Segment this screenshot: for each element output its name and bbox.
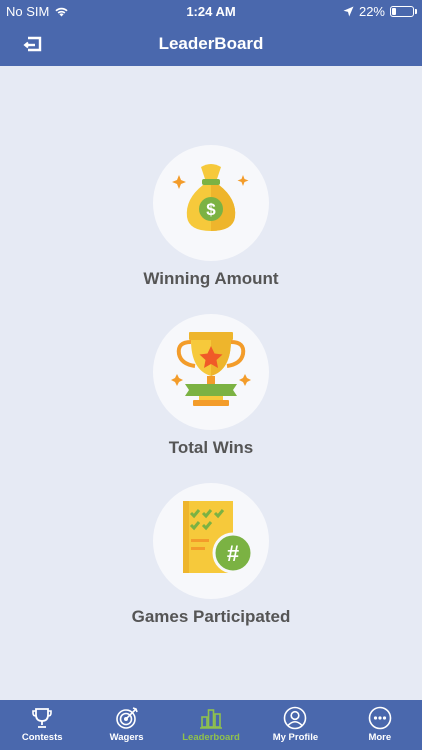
money-bag-icon: $ [172, 164, 249, 231]
winning-amount-label: Winning Amount [143, 269, 279, 288]
battery-percent: 22% [358, 4, 385, 19]
tab-leaderboard[interactable]: Leaderboard [169, 700, 253, 750]
winning-amount-icon-circle: $ [153, 145, 269, 261]
app-header: No SIM 1:24 AM 22% LeaderBoard [0, 0, 422, 66]
games-participated-card[interactable]: # Games Participated [0, 483, 422, 627]
total-wins-icon-circle [153, 314, 269, 430]
more-icon [368, 706, 392, 730]
total-wins-label: Total Wins [168, 438, 254, 457]
bar-chart-icon [200, 709, 223, 729]
checklist-number-icon: # [183, 501, 254, 574]
user-icon [284, 706, 307, 730]
tab-contests-label: Contests [21, 732, 63, 743]
tab-more[interactable]: More [338, 700, 422, 750]
target-icon [115, 707, 138, 729]
svg-text:#: # [227, 541, 239, 566]
tab-wagers-label: Wagers [109, 732, 144, 743]
navbar: LeaderBoard [0, 22, 422, 66]
tab-leaderboard-label: Leaderboard [182, 732, 240, 743]
games-participated-label: Games Participated [131, 607, 291, 626]
trophy-icon [171, 332, 251, 406]
tab-more-label: More [368, 732, 392, 743]
bottom-tabbar: Contests Wagers Leaderboard My Profile M… [0, 700, 422, 750]
svg-text:$: $ [206, 200, 216, 219]
tab-contests[interactable]: Contests [0, 700, 84, 750]
tab-wagers[interactable]: Wagers [84, 700, 168, 750]
tab-my-profile[interactable]: My Profile [253, 700, 337, 750]
status-bar: No SIM 1:24 AM 22% [0, 0, 422, 22]
trophy-icon [32, 708, 53, 728]
winning-amount-card[interactable]: $ Winning Amount [0, 145, 422, 289]
total-wins-card[interactable]: Total Wins [0, 314, 422, 458]
page-title: LeaderBoard [158, 34, 264, 53]
tab-my-profile-label: My Profile [272, 732, 319, 743]
games-participated-icon-circle: # [153, 483, 269, 599]
location-arrow-icon [343, 6, 354, 17]
battery-icon [390, 6, 417, 17]
